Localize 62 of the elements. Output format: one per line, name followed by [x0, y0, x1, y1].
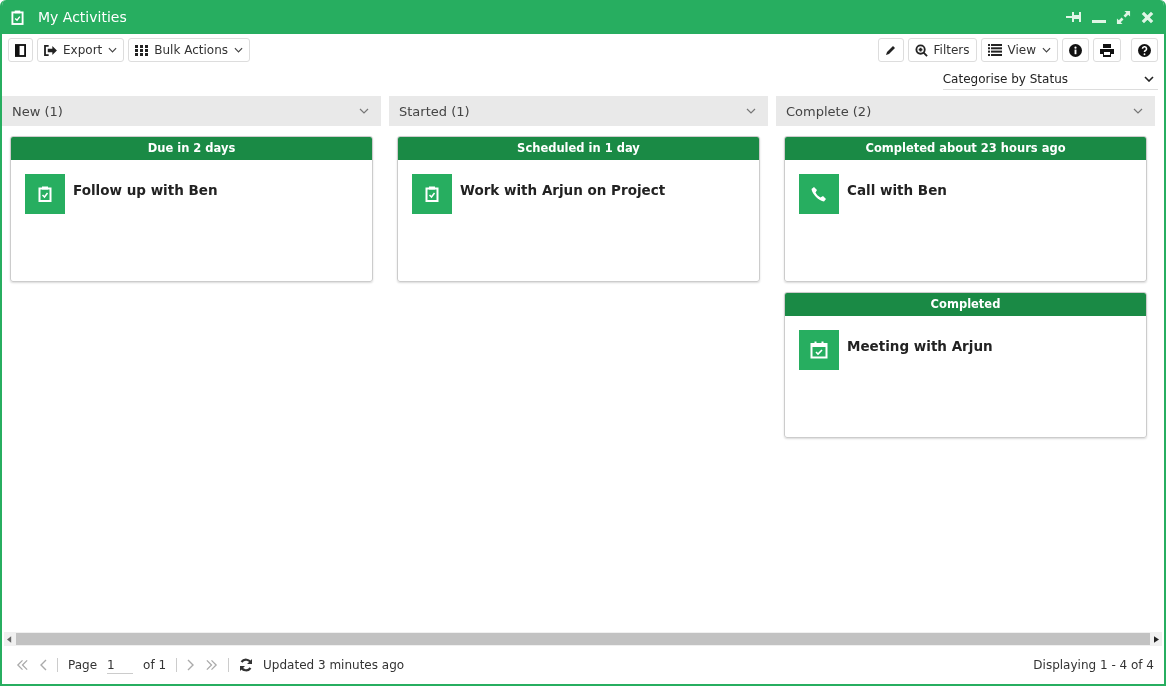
- chevron-down-icon: [746, 108, 756, 114]
- close-icon[interactable]: [1141, 10, 1154, 24]
- page-label: Page: [68, 658, 98, 672]
- list-icon: [987, 44, 1002, 56]
- previous-page-icon[interactable]: [39, 659, 47, 671]
- refresh-icon[interactable]: [239, 658, 254, 672]
- info-icon: [1069, 43, 1082, 57]
- clipboard-check-icon: [412, 174, 452, 214]
- updated-status: Updated 3 minutes ago: [263, 658, 405, 672]
- pencil-icon: [884, 44, 897, 56]
- activity-card[interactable]: Completed about 23 hours ago Call with Ben: [784, 136, 1147, 282]
- activity-card[interactable]: Scheduled in 1 day Work with Arjun on Project: [397, 136, 760, 282]
- bulk-button[interactable]: Bulk Actions: [128, 38, 251, 62]
- activity-card[interactable]: Completed Meeting with Arjun: [784, 292, 1147, 438]
- view-button[interactable]: View: [980, 38, 1058, 62]
- zoom-in-icon: [914, 43, 928, 57]
- chevron-down-icon: [1133, 108, 1143, 114]
- horizontal-scrollbar[interactable]: [4, 632, 1162, 646]
- calendar-check-icon: [799, 330, 839, 370]
- info-button[interactable]: [1062, 38, 1089, 62]
- caret-icon: [108, 47, 118, 53]
- activity-title: Call with Ben: [847, 182, 947, 198]
- edit-button[interactable]: [877, 38, 904, 62]
- clipboard-check-icon: [11, 9, 24, 25]
- window-title: My Activities: [38, 9, 127, 25]
- activity-title: Work with Arjun on Project: [460, 182, 666, 198]
- export-icon: [44, 44, 57, 56]
- export-button[interactable]: Export: [37, 38, 125, 62]
- card-header: Scheduled in 1 day: [398, 137, 759, 160]
- column-header[interactable]: Complete (2): [776, 96, 1155, 126]
- filters-button[interactable]: Filters: [907, 38, 977, 62]
- activity-title: Follow up with Ben: [73, 182, 218, 198]
- grid-icon: [135, 44, 149, 56]
- first-page-icon[interactable]: [16, 659, 29, 671]
- panel-icon: [15, 43, 26, 57]
- help-button[interactable]: [1131, 38, 1158, 62]
- caret-icon: [1042, 47, 1051, 53]
- pin-icon[interactable]: [1066, 11, 1082, 23]
- activity-title: Meeting with Arjun: [847, 338, 993, 354]
- scroll-right-icon[interactable]: [1154, 635, 1159, 643]
- card-header: Completed about 23 hours ago: [785, 137, 1146, 160]
- help-icon: [1138, 43, 1151, 57]
- last-page-icon[interactable]: [205, 659, 219, 671]
- chevron-down-icon: [1144, 76, 1154, 82]
- clipboard-check-icon: [25, 174, 65, 214]
- maximize-icon[interactable]: [1116, 9, 1131, 25]
- activity-card[interactable]: Due in 2 days Follow up with Ben: [10, 136, 373, 282]
- card-header: Due in 2 days: [11, 137, 372, 160]
- card-header: Completed: [785, 293, 1146, 316]
- page-count: of 1: [143, 658, 167, 672]
- printer-icon: [1100, 43, 1114, 57]
- categorise-dropdown[interactable]: Categorise by Status: [942, 70, 1158, 90]
- displaying-count: Displaying 1 - 4 of 4: [1033, 658, 1154, 672]
- column-header[interactable]: Started (1): [389, 96, 768, 126]
- scroll-left-icon[interactable]: [7, 635, 12, 643]
- chevron-down-icon: [359, 108, 369, 114]
- panel-button[interactable]: [8, 38, 33, 62]
- phone-icon: [799, 174, 839, 214]
- caret-icon: [234, 47, 244, 53]
- print-button[interactable]: [1093, 38, 1121, 62]
- column-header[interactable]: New (1): [2, 96, 381, 126]
- next-page-icon[interactable]: [187, 659, 196, 671]
